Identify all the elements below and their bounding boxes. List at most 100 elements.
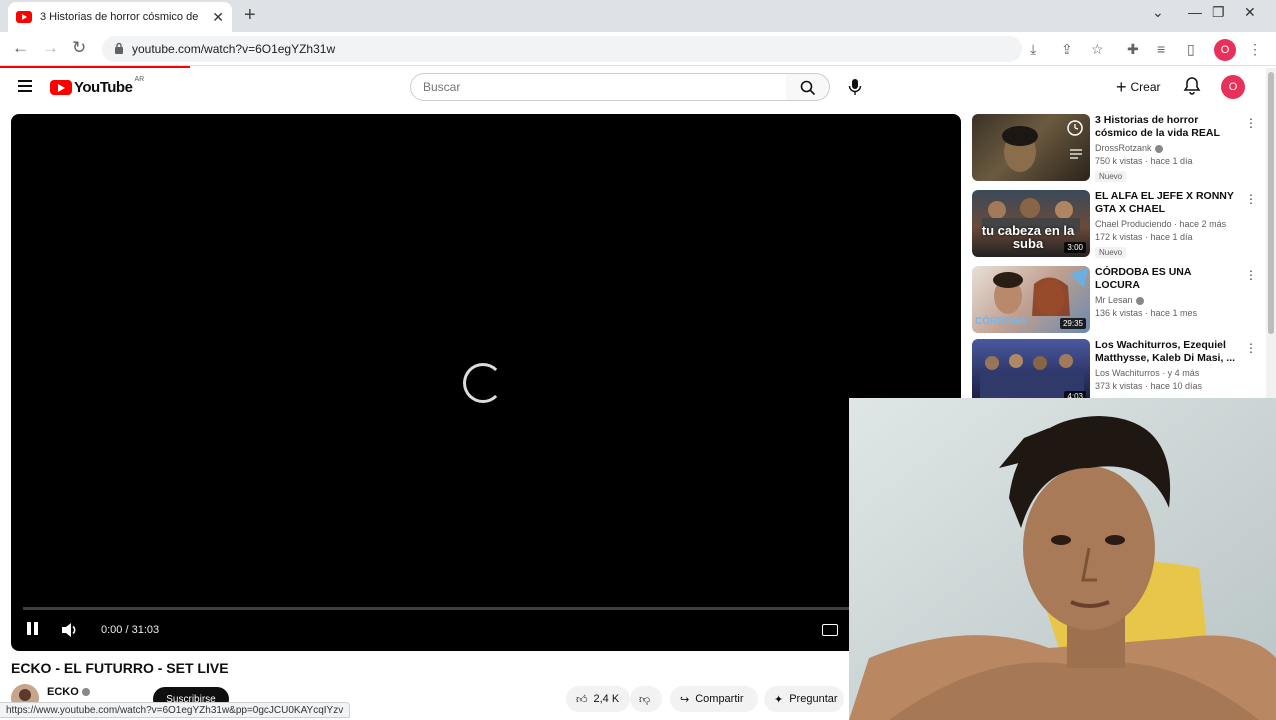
time-display: 0:00 / 31:03	[101, 624, 160, 636]
like-count: 2,4 K	[593, 693, 620, 705]
new-tab-button[interactable]: +	[244, 4, 256, 27]
close-window-button[interactable]: ✕	[1244, 4, 1256, 21]
create-button[interactable]: + Crear	[1108, 74, 1169, 100]
share-arrow-icon: ↪	[680, 693, 690, 706]
voice-search-button[interactable]	[842, 74, 868, 100]
bookmark-star-icon[interactable]: ☆	[1091, 41, 1107, 57]
extensions-puzzle-icon[interactable]: ✚	[1127, 41, 1143, 57]
recommendation-channel: Chael Produciendo · hace 2 más	[1095, 219, 1227, 229]
recommendation-title: Los Wachiturros, Ezequiel Matthysse, Kal…	[1095, 339, 1236, 364]
forward-button[interactable]: →	[42, 38, 59, 58]
thumbnail-caption: CÓRDOBA	[975, 316, 1027, 327]
thumbs-down-icon: 👎︎	[639, 693, 651, 706]
search-input[interactable]: Buscar	[410, 73, 787, 101]
sparkle-icon: ✦	[774, 693, 784, 706]
youtube-header: YouTube AR Buscar + Crear O	[0, 68, 1266, 106]
video-title: ECKO - EL FUTURRO - SET LIVE	[11, 660, 229, 676]
recommendation-channel: Los Wachiturros · y 4 más	[1095, 368, 1200, 378]
close-tab-icon[interactable]: ✕	[212, 9, 224, 26]
more-options-icon[interactable]: ⋮	[1245, 341, 1257, 355]
video-duration: 3:00	[1064, 242, 1086, 253]
youtube-wordmark: YouTube	[74, 79, 133, 96]
recommendation-title: 3 Historias de horror cósmico de la vida…	[1095, 114, 1220, 139]
pause-button[interactable]	[27, 622, 41, 636]
page-scrollbar-thumb[interactable]	[1268, 72, 1274, 334]
youtube-favicon-icon	[16, 11, 32, 23]
ask-label: Preguntar	[789, 693, 838, 705]
url-text: youtube.com/watch?v=6O1egYZh31w	[132, 42, 336, 56]
like-button[interactable]: 👍︎ 2,4 K	[566, 686, 630, 712]
back-button[interactable]: ←	[12, 38, 29, 58]
restore-button[interactable]: ❐	[1212, 4, 1225, 21]
recommendation-meta: 172 k vistas · hace 1 día	[1095, 232, 1193, 242]
video-player[interactable]: 0:00 / 31:03	[11, 114, 961, 651]
plus-icon: +	[1116, 77, 1127, 97]
volume-icon[interactable]	[61, 622, 79, 638]
video-thumbnail[interactable]	[972, 114, 1090, 181]
recommendation-item[interactable]: 3 Historias de horror cósmico de la vida…	[972, 114, 1262, 184]
browser-profile-avatar[interactable]: O	[1214, 39, 1236, 61]
verified-icon	[81, 688, 90, 697]
search-button[interactable]	[786, 73, 830, 101]
browser-menu-icon[interactable]: ⋮	[1248, 41, 1264, 57]
minimize-button[interactable]: —	[1188, 4, 1202, 20]
new-badge: Nuevo	[1095, 247, 1127, 258]
account-avatar[interactable]: O	[1221, 75, 1245, 99]
recommendation-item[interactable]: 4:03 Los Wachiturros, Ezequiel Matthysse…	[972, 339, 1262, 406]
recommendation-info: CÓRDOBA ES UNA LOCURA Mr Lesan 136 k vis…	[1095, 266, 1237, 318]
verified-icon	[1135, 296, 1144, 305]
lock-icon	[115, 42, 123, 54]
verified-icon	[1154, 144, 1163, 153]
video-progress-bar[interactable]	[23, 607, 949, 610]
share-icon[interactable]: ⇪	[1061, 41, 1077, 57]
tab-search-chevron-icon[interactable]: ⌄	[1152, 4, 1164, 21]
video-thumbnail[interactable]: tu cabeza en la suba 3:00	[972, 190, 1090, 257]
pause-icon	[27, 622, 31, 635]
reload-button[interactable]: ↻	[72, 38, 86, 58]
browser-tab-strip: 3 Historias de horror cósmico de ✕ + ⌄ —…	[0, 0, 1276, 32]
video-thumbnail[interactable]: 4:03	[972, 339, 1090, 406]
microphone-icon	[848, 79, 862, 95]
youtube-logo[interactable]: YouTube AR	[50, 76, 145, 96]
install-app-icon[interactable]: ⤓	[1030, 41, 1046, 57]
share-button[interactable]: ↪ Compartir	[670, 686, 758, 712]
subtitles-button[interactable]	[822, 624, 838, 636]
channel-name[interactable]: ECKO	[47, 686, 90, 698]
more-options-icon[interactable]: ⋮	[1245, 192, 1257, 206]
loading-spinner	[463, 363, 503, 403]
recommendation-item[interactable]: CÓRDOBA 29:35 CÓRDOBA ES UNA LOCURA Mr L…	[972, 266, 1262, 334]
browser-tab[interactable]: 3 Historias de horror cósmico de ✕	[8, 2, 232, 32]
country-code: AR	[134, 76, 145, 83]
recommendation-item[interactable]: tu cabeza en la suba 3:00 EL ALFA EL JEF…	[972, 190, 1262, 260]
browser-toolbar: ← → ↻ youtube.com/watch?v=6O1egYZh31w ⤓ …	[0, 32, 1276, 66]
recommendation-channel: Mr Lesan	[1095, 295, 1237, 305]
ask-button[interactable]: ✦ Preguntar	[764, 686, 844, 712]
recommendation-title: EL ALFA EL JEFE X RONNY GTA X CHAEL PROD…	[1095, 190, 1234, 215]
side-panel-icon[interactable]: ▯	[1187, 41, 1203, 57]
hamburger-menu-icon[interactable]	[18, 80, 32, 92]
recommendation-meta: 136 k vistas · hace 1 mes	[1095, 308, 1198, 318]
recommendation-meta: 373 k vistas · hace 10 días	[1095, 381, 1203, 391]
video-thumbnail[interactable]: CÓRDOBA 29:35	[972, 266, 1090, 333]
recommendation-info: EL ALFA EL JEFE X RONNY GTA X CHAEL PROD…	[1095, 190, 1237, 260]
reading-list-icon[interactable]: ≡	[1157, 41, 1173, 57]
youtube-play-logo-icon	[50, 80, 72, 95]
share-label: Compartir	[695, 693, 744, 705]
recommendation-meta: 750 k vistas · hace 1 día	[1095, 156, 1193, 166]
video-duration: 29:35	[1059, 318, 1086, 329]
dislike-button[interactable]: 👎︎	[630, 686, 662, 712]
notifications-bell-icon[interactable]	[1182, 76, 1202, 96]
recommendation-info: 3 Historias de horror cósmico de la vida…	[1095, 114, 1237, 184]
tab-title: 3 Historias de horror cósmico de	[40, 11, 199, 23]
create-label: Crear	[1130, 80, 1161, 94]
webcam-overlay	[849, 398, 1276, 720]
address-bar[interactable]: youtube.com/watch?v=6O1egYZh31w	[102, 36, 1022, 62]
recommendation-info: Los Wachiturros, Ezequiel Matthysse, Kal…	[1095, 339, 1237, 391]
search-icon	[800, 80, 816, 96]
link-status-bar: https://www.youtube.com/watch?v=6O1egYZh…	[0, 702, 351, 718]
new-badge: Nuevo	[1095, 171, 1127, 182]
more-options-icon[interactable]: ⋮	[1245, 116, 1257, 130]
more-options-icon[interactable]: ⋮	[1245, 268, 1257, 282]
recommendation-title: CÓRDOBA ES UNA LOCURA	[1095, 266, 1192, 291]
thumbs-up-icon: 👍︎	[576, 693, 588, 706]
